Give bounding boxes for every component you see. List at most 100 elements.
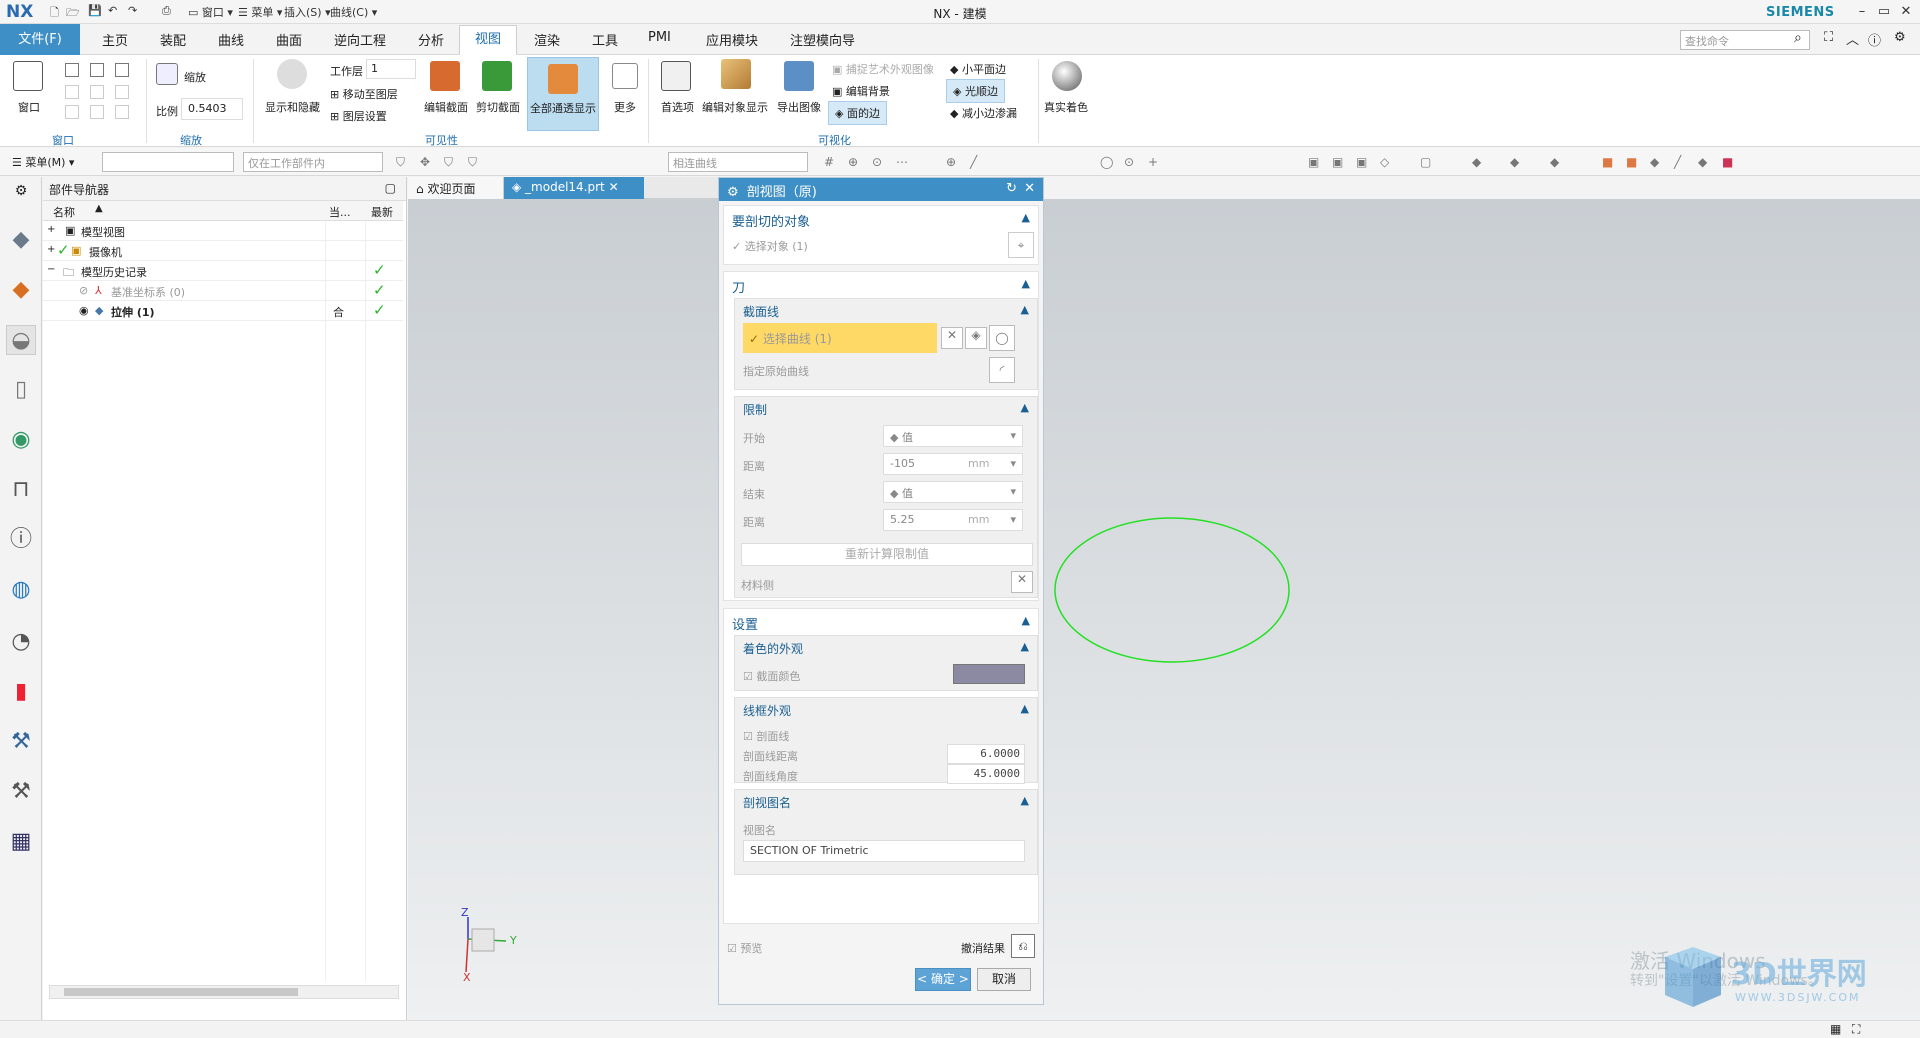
select-curve-field[interactable]: ✓ 选择曲线 (1) — [743, 323, 937, 353]
small-plane-edges-button[interactable]: ◆ 小平面边 — [950, 61, 1006, 77]
constraint-navigator-icon[interactable]: ◒ — [6, 325, 36, 355]
tab-model-part[interactable]: ◈ _model14.prt ✕ — [504, 177, 644, 199]
recalculate-limits-button[interactable]: 重新计算限制值 — [741, 543, 1033, 566]
undo-result-icon[interactable]: ⎌ — [1011, 934, 1035, 958]
view-rotate-icon[interactable]: ▣ — [1356, 155, 1370, 169]
tree-row-extrude[interactable]: ◉ ◆ 拉伸 (1) 合 ✓ — [43, 301, 403, 321]
tree-row-cameras[interactable]: + ✓ ▣ 摄像机 — [43, 241, 403, 261]
preview-checkbox[interactable]: ☑ 预览 — [727, 940, 762, 956]
ok-button[interactable]: < 确定 > — [915, 968, 971, 991]
eye-icon[interactable]: ◉ — [6, 425, 36, 455]
type-filter-select[interactable] — [102, 152, 234, 172]
menu-button[interactable]: ☰ 菜单(M) ▾ — [12, 154, 74, 170]
restore-button[interactable]: ▭ — [1874, 2, 1894, 22]
section-view-name-title[interactable]: 剖视图名 — [743, 794, 791, 811]
clip-section-icon[interactable] — [482, 61, 512, 91]
all-transparent-button[interactable]: 全部通透显示 — [527, 57, 599, 131]
tab-analysis[interactable]: 分析 — [418, 30, 444, 49]
process-studio-icon[interactable]: ⚒ — [6, 727, 36, 757]
true-shading-icon[interactable] — [1052, 61, 1082, 91]
zoom-icon[interactable] — [156, 63, 178, 85]
tab-welcome-page[interactable]: ⌂ 欢迎页面 — [408, 177, 504, 199]
collapse-caret-icon[interactable]: ▲ — [1021, 794, 1029, 807]
col-name[interactable]: 名称 — [53, 204, 75, 220]
hatch-angle-input[interactable]: 45.0000 — [947, 764, 1025, 784]
cube-icon[interactable]: ◆ — [1698, 155, 1712, 169]
fullscreen-icon[interactable]: ⛶ — [1824, 30, 1833, 45]
layout-two-icon[interactable] — [90, 63, 104, 77]
view-name-input[interactable]: SECTION OF Trimetric — [743, 840, 1025, 862]
spreadsheet-icon[interactable]: ▦ — [6, 827, 36, 857]
crosshair-icon[interactable]: ⌖ — [1008, 232, 1034, 258]
section-curve-icon[interactable]: ◯ — [989, 325, 1015, 351]
collapse-caret-icon[interactable]: ▲ — [1021, 640, 1029, 653]
snap-end-icon[interactable]: ⊙ — [872, 155, 886, 169]
help-icon[interactable]: ⓘ — [1868, 30, 1881, 49]
tab-surface[interactable]: 曲面 — [276, 30, 302, 49]
curve-menu[interactable]: 曲线(C) ▾ — [330, 4, 377, 20]
select-group-icon[interactable]: ⛉ — [468, 155, 482, 169]
section-color-checkbox[interactable]: ☑ 截面颜色 — [743, 668, 800, 684]
work-layer-select[interactable]: 1 — [366, 59, 416, 79]
section-target-title[interactable]: 要剖切的对象 — [732, 211, 810, 230]
tab-assembly[interactable]: 装配 — [160, 30, 186, 49]
new-file-icon[interactable]: 🗋 — [50, 4, 59, 23]
layer-settings-button[interactable]: ⊞ 图层设置 — [330, 108, 387, 124]
expand-icon[interactable]: + — [47, 244, 55, 255]
render-mode-icon[interactable]: ◆ — [1510, 155, 1524, 169]
gear-icon[interactable]: ⚙ — [727, 185, 739, 200]
tab-view[interactable]: 视图 — [459, 25, 517, 55]
tree-row-datum-csys[interactable]: ⊘ ⅄ 基准坐标系 (0) ✓ — [43, 281, 403, 301]
limits-title[interactable]: 限制 — [743, 401, 767, 418]
save-icon[interactable]: 💾 — [88, 4, 102, 17]
tab-file[interactable]: 文件(F) — [0, 24, 80, 55]
collapse-caret-icon[interactable]: ▲ — [1021, 702, 1029, 715]
section-line-title[interactable]: 截面线 — [743, 303, 779, 320]
collapse-caret-icon[interactable]: ▲ — [1021, 303, 1029, 316]
snap-quadrant-icon[interactable]: ⊙ — [1124, 155, 1138, 169]
part-icon[interactable]: ◆ — [1650, 155, 1664, 169]
shaded-appearance-title[interactable]: 着色的外观 — [743, 640, 803, 657]
tab-close-icon[interactable]: ✕ — [609, 180, 619, 194]
view-pan-icon[interactable]: ◇ — [1380, 155, 1394, 169]
gear-icon[interactable]: ⚙ — [6, 181, 36, 201]
view-orient-icon[interactable]: ▢ — [1420, 155, 1434, 169]
layout-grid3-icon[interactable] — [115, 105, 129, 119]
wireframe-appearance-title[interactable]: 线框外观 — [743, 702, 791, 719]
start-distance-input[interactable]: -105 mm ▾ — [883, 453, 1023, 475]
gear-icon[interactable]: ⚙ — [1894, 30, 1906, 45]
snap-circle-icon[interactable]: ◯ — [1100, 155, 1114, 169]
layout-three-icon[interactable] — [90, 85, 104, 99]
reduce-edge-leak-button[interactable]: ◆ 减小边渗漏 — [950, 105, 1017, 121]
edit-object-display-icon[interactable] — [721, 59, 751, 89]
part-library-icon[interactable]: ▯ — [6, 375, 36, 405]
view-zoom-icon[interactable]: ▣ — [1332, 155, 1346, 169]
graphics-window[interactable]: Z Y X — [408, 199, 1920, 1020]
curve-rule-icon[interactable]: ✕ — [941, 327, 963, 349]
assembly-navigator-icon[interactable]: ◆ — [6, 275, 36, 305]
tab-curve[interactable]: 曲线 — [218, 30, 244, 49]
scale-input[interactable]: 0.5403 — [181, 98, 243, 120]
tab-reverse-engineering[interactable]: 逆向工程 — [334, 30, 386, 49]
render-style-icon[interactable]: ◆ — [1472, 155, 1486, 169]
select-object-row[interactable]: ✓ 选择对象 (1) — [732, 238, 808, 254]
layout-rows-icon[interactable] — [115, 63, 129, 77]
expand-icon[interactable]: + — [47, 224, 55, 235]
collapse-caret-icon[interactable]: ▲ — [1022, 277, 1030, 290]
menu-dropdown[interactable]: ☰ 菜单 ▾ — [238, 4, 282, 20]
close-button[interactable]: ✕ — [1896, 2, 1916, 22]
cancel-button[interactable]: 取消 — [977, 968, 1031, 991]
roles-icon[interactable]: ⊓ — [6, 475, 36, 505]
component-icon[interactable]: ■ — [1626, 155, 1640, 169]
deselect-icon[interactable]: ⛉ — [444, 155, 458, 169]
tree-row-history[interactable]: − 🗀 模型历史记录 ✓ — [43, 261, 403, 281]
reverse-direction-icon[interactable]: ✕ — [1011, 571, 1033, 593]
collapse-caret-icon[interactable]: ▲ — [1022, 614, 1030, 627]
more-icon[interactable] — [612, 63, 638, 89]
collapse-ribbon-icon[interactable]: ︿ — [1846, 29, 1859, 48]
snap-plus-icon[interactable]: + — [1148, 155, 1162, 169]
section-color-swatch[interactable] — [953, 664, 1025, 684]
tools-icon[interactable]: ⚒ — [6, 777, 36, 807]
hatch-checkbox[interactable]: ☑ 剖面线 — [743, 728, 789, 744]
brush-icon[interactable]: ╱ — [1674, 155, 1688, 169]
